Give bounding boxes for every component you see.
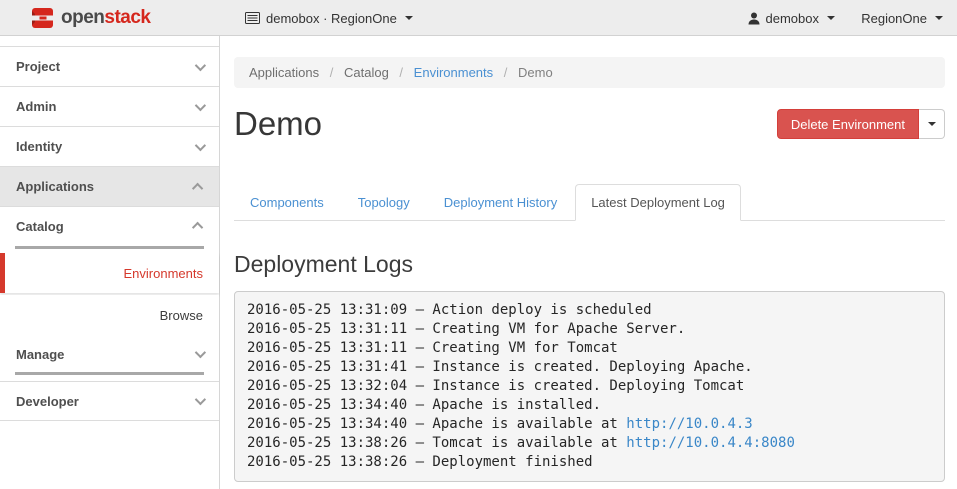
region-menu[interactable]: RegionOne: [861, 0, 943, 36]
project-list-icon: [245, 12, 260, 24]
sidebar: Project Admin Identity Applications Cata…: [0, 36, 220, 489]
breadcrumb-demo: Demo: [518, 65, 553, 80]
log-line: 2016-05-25 13:34:40 — Apache is availabl…: [247, 415, 932, 434]
deployment-log-box: 2016-05-25 13:31:09 — Action deploy is s…: [234, 291, 945, 482]
log-message: 2016-05-25 13:31:41 — Instance is create…: [247, 359, 753, 375]
chevron-down-icon: [195, 139, 206, 150]
sidebar-item-admin[interactable]: Admin: [0, 87, 219, 127]
breadcrumb-separator: /: [392, 65, 410, 80]
tab-components[interactable]: Components: [234, 184, 340, 221]
sidebar-item-manage[interactable]: Manage: [0, 337, 219, 381]
sidebar-item-catalog[interactable]: Catalog: [0, 207, 219, 253]
sidebar-top-stub: [0, 36, 219, 47]
chevron-up-icon: [192, 222, 203, 233]
sidebar-item-label: Developer: [16, 394, 79, 409]
sidebar-item-label: Admin: [16, 99, 56, 114]
delete-environment-dropdown-toggle[interactable]: [919, 109, 945, 139]
breadcrumb: Applications / Catalog / Environments / …: [234, 57, 945, 88]
page-header: Demo Delete Environment: [234, 102, 945, 146]
brand-text: openstack: [61, 7, 151, 29]
user-icon: [748, 12, 760, 25]
caret-down-icon: [405, 16, 413, 20]
sidebar-item-label: Applications: [16, 179, 94, 194]
chevron-down-icon: [195, 394, 206, 405]
sidebar-item-label: Browse: [160, 308, 203, 323]
sidebar-item-project[interactable]: Project: [0, 47, 219, 87]
caret-down-icon: [827, 16, 835, 20]
log-link-apache-url[interactable]: http://10.0.4.3: [626, 416, 752, 432]
tab-deployment-history[interactable]: Deployment History: [428, 184, 573, 221]
log-line: 2016-05-25 13:38:26 — Deployment finishe…: [247, 453, 932, 472]
tab-bar: Components Topology Deployment History L…: [234, 184, 945, 221]
caret-down-icon: [928, 122, 936, 126]
log-message: 2016-05-25 13:31:09 — Action deploy is s…: [247, 302, 652, 318]
log-line: 2016-05-25 13:34:40 — Apache is installe…: [247, 396, 932, 415]
sidebar-item-label: Environments: [124, 266, 203, 281]
breadcrumb-catalog: Catalog: [344, 65, 389, 80]
log-message: 2016-05-25 13:31:11 — Creating VM for Ap…: [247, 321, 685, 337]
sidebar-item-label: Project: [16, 59, 60, 74]
breadcrumb-separator: /: [497, 65, 515, 80]
topbar: openstack demobox · RegionOne demobox Re…: [0, 0, 957, 36]
log-message: 2016-05-25 13:34:40 — Apache is installe…: [247, 397, 601, 413]
user-menu[interactable]: demobox: [748, 0, 835, 36]
openstack-logo[interactable]: openstack: [30, 0, 151, 36]
breadcrumb-applications: Applications: [249, 65, 319, 80]
chevron-down-icon: [195, 99, 206, 110]
log-line: 2016-05-25 13:31:41 — Instance is create…: [247, 358, 932, 377]
brand-open: open: [61, 7, 104, 28]
openstack-cube-icon: [30, 6, 56, 30]
brand-stack: stack: [104, 7, 150, 28]
chevron-up-icon: [192, 182, 203, 193]
chevron-down-icon: [195, 347, 206, 358]
breadcrumb-environments-link[interactable]: Environments: [414, 65, 493, 80]
caret-down-icon: [935, 16, 943, 20]
sidebar-item-environments[interactable]: Environments: [0, 253, 219, 293]
log-line: 2016-05-25 13:31:11 — Creating VM for Ap…: [247, 320, 932, 339]
sidebar-item-identity[interactable]: Identity: [0, 127, 219, 167]
user-menu-label: demobox: [766, 11, 819, 26]
main-content: Applications / Catalog / Environments / …: [220, 36, 957, 489]
log-message: 2016-05-25 13:31:11 — Creating VM for To…: [247, 340, 618, 356]
page-title: Demo: [234, 105, 322, 143]
sidebar-item-label: Identity: [16, 139, 62, 154]
sidebar-item-label: Manage: [16, 347, 64, 362]
tab-latest-deployment-log[interactable]: Latest Deployment Log: [575, 184, 741, 221]
breadcrumb-separator: /: [323, 65, 341, 80]
sidebar-item-applications[interactable]: Applications: [0, 167, 219, 207]
sidebar-item-browse[interactable]: Browse: [0, 295, 219, 335]
log-message: 2016-05-25 13:32:04 — Instance is create…: [247, 378, 744, 394]
project-region-label: demobox · RegionOne: [266, 11, 397, 26]
project-region-switcher[interactable]: demobox · RegionOne: [245, 0, 413, 36]
log-message: 2016-05-25 13:38:26 — Tomcat is availabl…: [247, 435, 626, 451]
log-line: 2016-05-25 13:38:26 — Tomcat is availabl…: [247, 434, 932, 453]
log-line: 2016-05-25 13:32:04 — Instance is create…: [247, 377, 932, 396]
log-message: 2016-05-25 13:34:40 — Apache is availabl…: [247, 416, 626, 432]
delete-environment-button-group: Delete Environment: [777, 109, 945, 139]
sidebar-item-label: Catalog: [16, 219, 64, 234]
tab-topology[interactable]: Topology: [342, 184, 426, 221]
chevron-down-icon: [195, 59, 206, 70]
deployment-logs-heading: Deployment Logs: [234, 251, 945, 278]
region-menu-label: RegionOne: [861, 11, 927, 26]
log-line: 2016-05-25 13:31:11 — Creating VM for To…: [247, 339, 932, 358]
delete-environment-button[interactable]: Delete Environment: [777, 109, 919, 139]
log-message: 2016-05-25 13:38:26 — Deployment finishe…: [247, 454, 593, 470]
log-link-tomcat-url[interactable]: http://10.0.4.4:8080: [626, 435, 795, 451]
log-line: 2016-05-25 13:31:09 — Action deploy is s…: [247, 301, 932, 320]
sidebar-item-developer[interactable]: Developer: [0, 381, 219, 421]
